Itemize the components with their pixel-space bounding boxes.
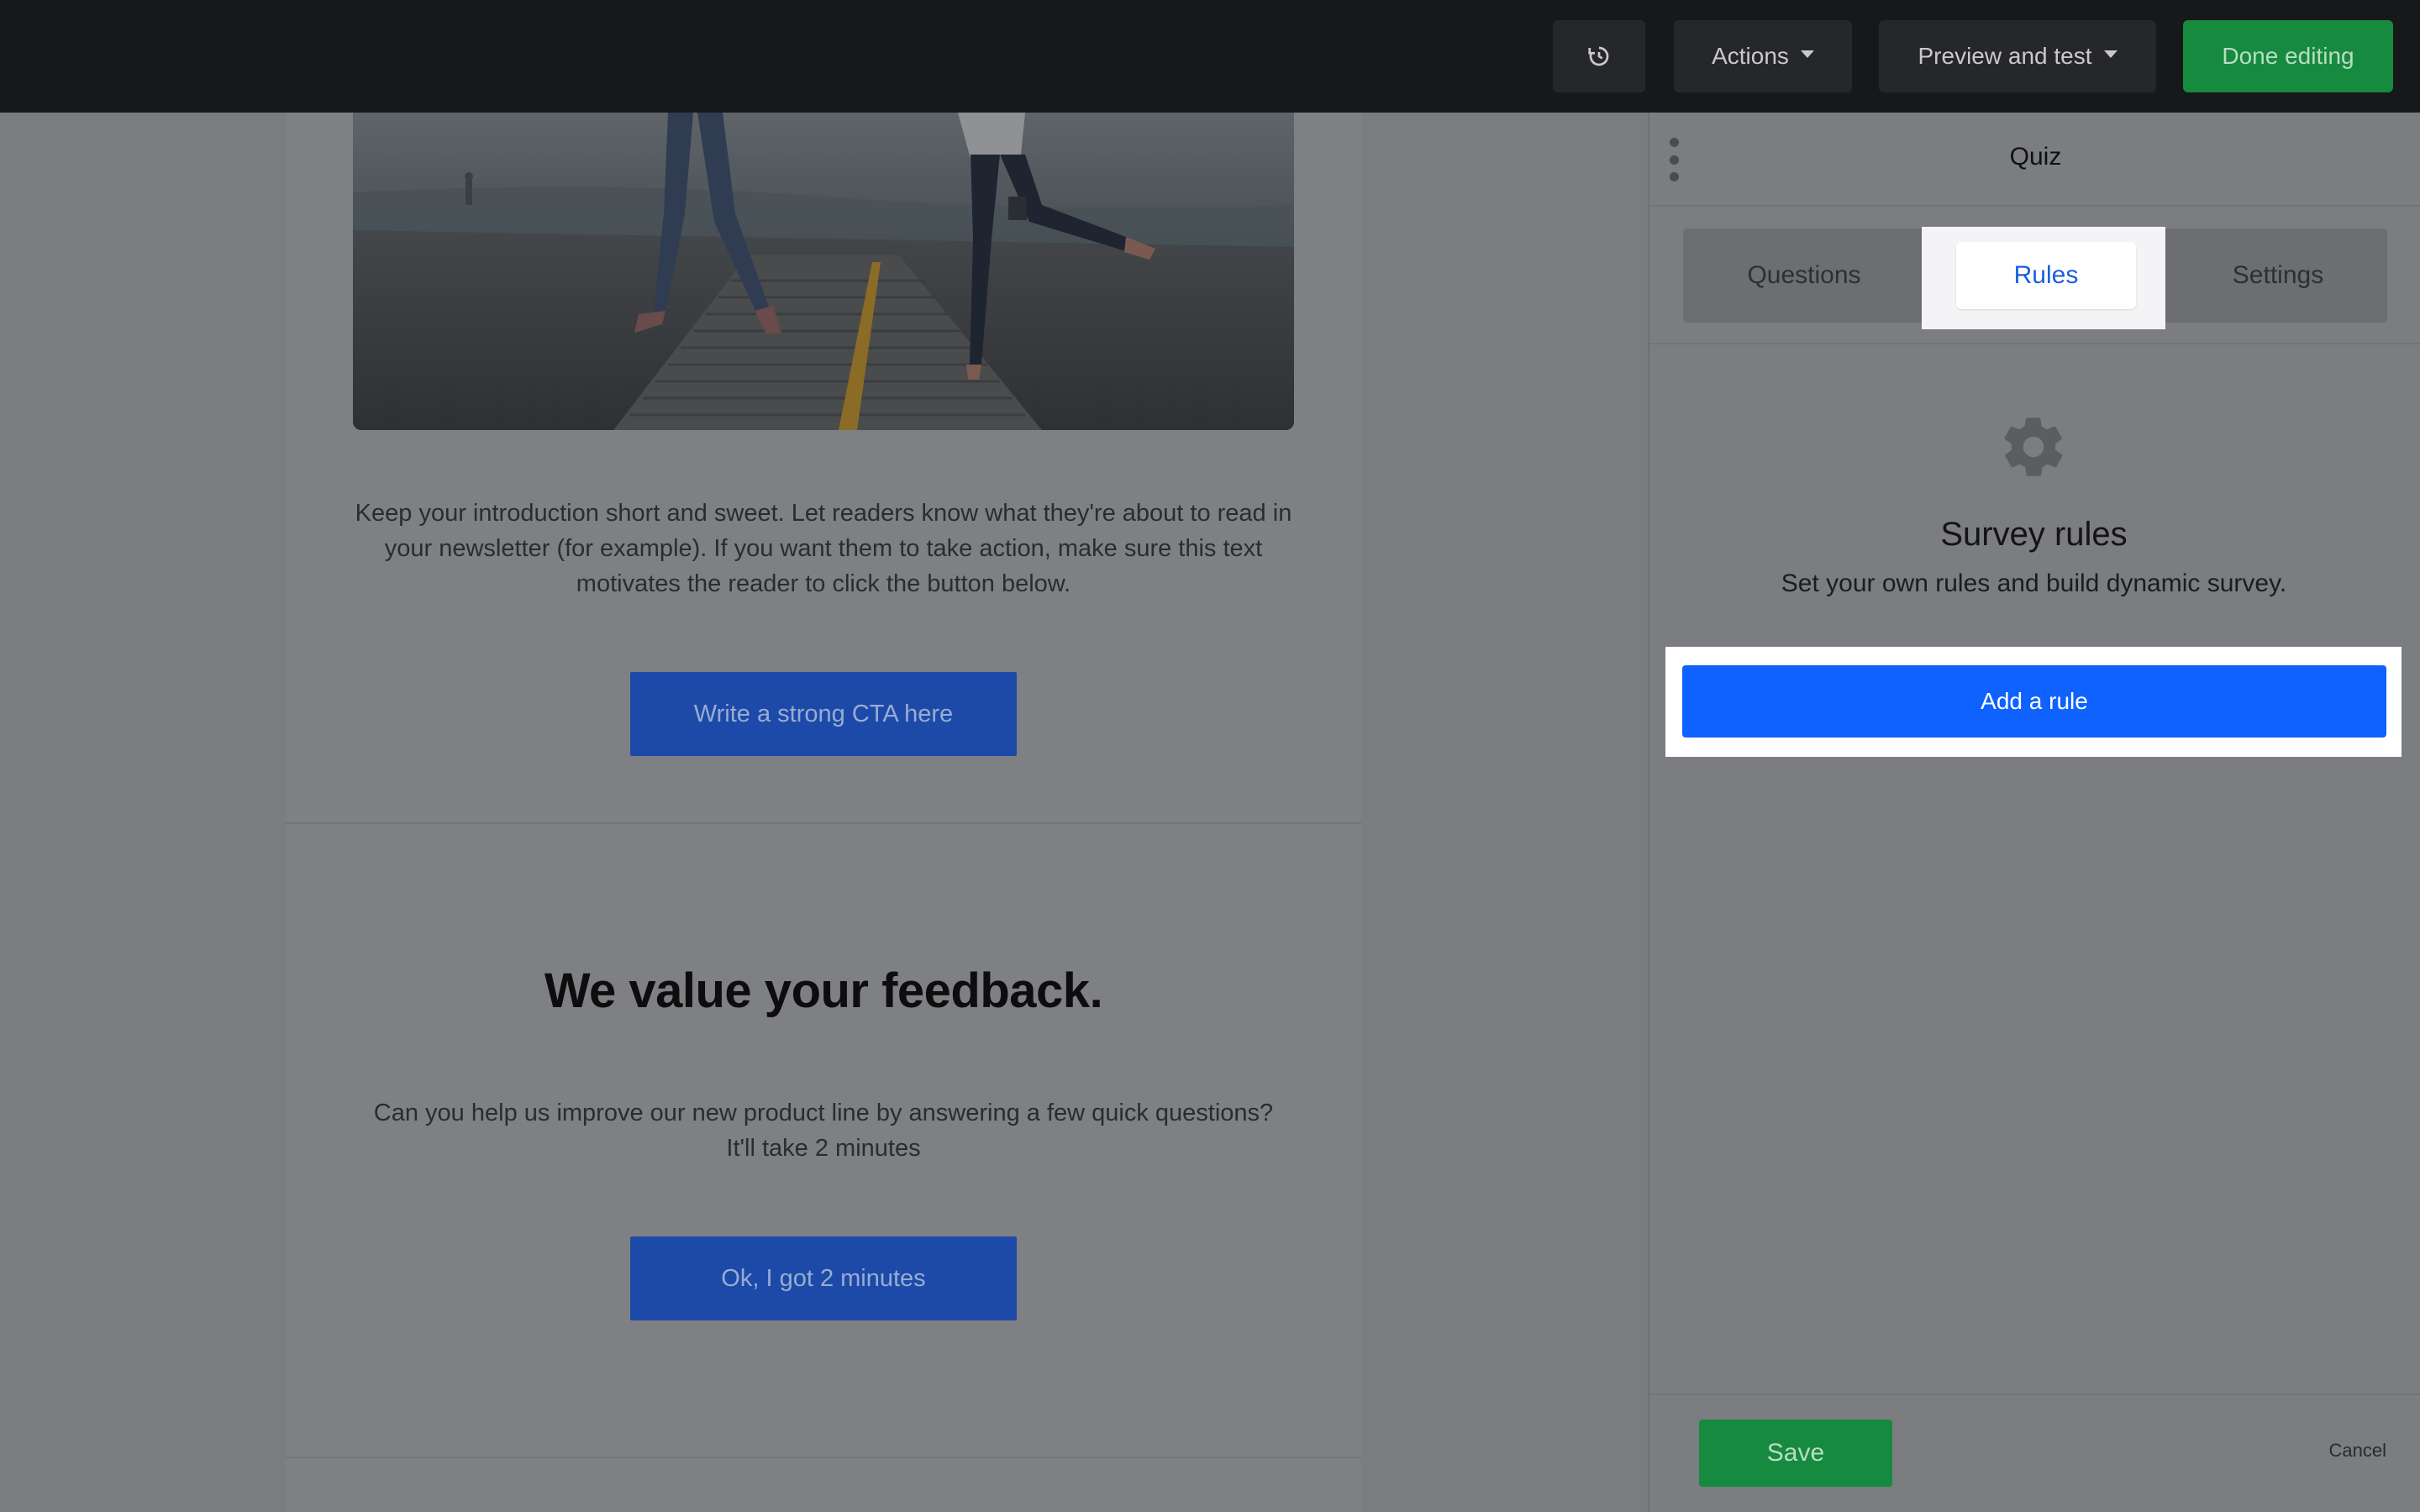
feedback-heading: We value your feedback.: [544, 963, 1103, 1018]
panel-title: Quiz: [2009, 143, 2062, 171]
actions-dropdown[interactable]: Actions: [1674, 20, 1852, 92]
tab-questions[interactable]: Questions: [1683, 228, 1925, 323]
add-rule-button[interactable]: Add a rule: [1682, 665, 2386, 738]
section-divider: [286, 1457, 1361, 1458]
preview-and-test-dropdown[interactable]: Preview and test: [1879, 20, 2156, 92]
survey-rules-heading: Survey rules: [1940, 516, 2128, 553]
beach-photo: [353, 113, 1294, 430]
cta-label: Write a strong CTA here: [693, 700, 954, 727]
history-icon: [1588, 46, 1609, 66]
save-label: Save: [1766, 1439, 1825, 1467]
intro-paragraph: Keep your introduction short and sweet. …: [355, 500, 1292, 597]
add-rule-label: Add a rule: [1981, 688, 2088, 714]
done-editing-button[interactable]: Done editing: [2183, 20, 2393, 92]
cancel-button[interactable]: Cancel: [2302, 1440, 2386, 1467]
email-canvas: Keep your introduction short and sweet. …: [286, 113, 1361, 1512]
preview-label: Preview and test: [1918, 43, 2092, 69]
panel-divider: [1649, 343, 2420, 344]
cta-button-primary[interactable]: Write a strong CTA here: [630, 672, 1017, 756]
history-button[interactable]: [1553, 20, 1645, 92]
tab-rules[interactable]: Rules: [1956, 242, 2136, 309]
save-button[interactable]: Save: [1699, 1420, 1892, 1487]
panel-footer-divider: [1649, 1394, 2420, 1395]
cta-label: Ok, I got 2 minutes: [721, 1264, 926, 1292]
section-divider: [286, 822, 1361, 824]
cta-button-survey[interactable]: Ok, I got 2 minutes: [630, 1236, 1017, 1320]
panel-header: Quiz: [1649, 113, 2420, 207]
caret-down-icon: [1800, 50, 1814, 58]
hero-image[interactable]: [353, 113, 1294, 430]
tab-settings[interactable]: Settings: [2169, 228, 2387, 323]
feedback-paragraph: Can you help us improve our new product …: [373, 1100, 1274, 1162]
gear-icon: [2004, 417, 2063, 476]
actions-label: Actions: [1712, 43, 1789, 69]
caret-down-icon: [2103, 50, 2118, 58]
top-toolbar: Actions Preview and test Done editing: [0, 0, 2420, 113]
survey-rules-description: Set your own rules and build dynamic sur…: [1781, 570, 2287, 597]
done-editing-label: Done editing: [2222, 43, 2354, 69]
